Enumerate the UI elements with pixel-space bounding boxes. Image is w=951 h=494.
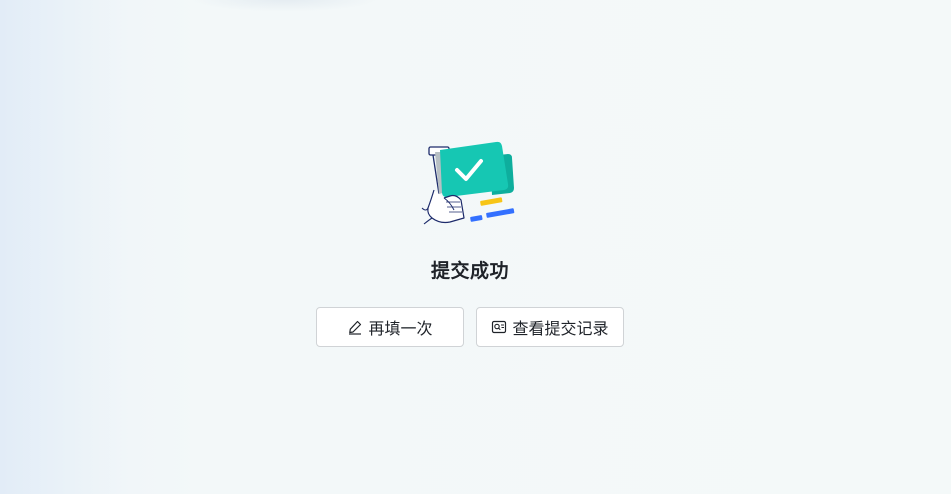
result-title: 提交成功 [430,260,509,282]
result-actions: 再填一次 查看提交记录 [316,307,624,347]
search-record-icon [491,319,507,335]
success-illustration [421,141,515,225]
refill-button-label: 再填一次 [368,319,433,338]
view-records-button[interactable]: 查看提交记录 [476,307,624,347]
edit-icon [347,319,363,335]
refill-button[interactable]: 再填一次 [316,307,464,347]
view-records-button-label: 查看提交记录 [512,319,609,338]
submit-result-panel: 提交成功 再填一次 查看提交记录 [0,0,951,494]
